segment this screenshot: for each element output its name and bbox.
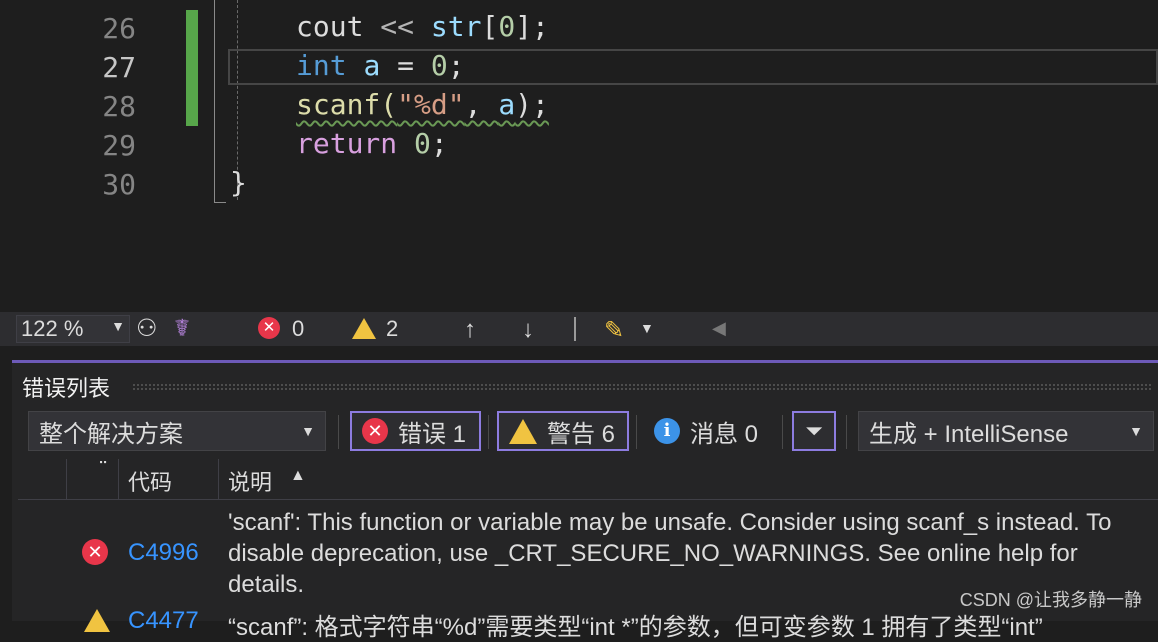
messages-filter-label: 消息 0: [690, 420, 759, 448]
code-token: =: [380, 49, 431, 82]
errors-filter-button[interactable]: ✕ 错误 1: [350, 411, 481, 451]
divider: [636, 415, 637, 449]
zoom-dropdown[interactable]: 122 % ▼: [16, 315, 130, 343]
warning-icon: [84, 609, 110, 632]
errors-filter-label: 错误 1: [398, 420, 467, 448]
chevron-down-icon[interactable]: ▼: [640, 320, 654, 336]
editor-status-bar: 122 % ▼ ⚇ ☤ ✕ 0 2 ↑ ↓ ✎ ▼ ◀: [0, 312, 1158, 346]
column-header-description[interactable]: 说明: [228, 465, 272, 497]
arrow-up-icon[interactable]: ↑: [464, 316, 476, 344]
error-code-link[interactable]: C4996: [128, 539, 199, 567]
title-grip[interactable]: [132, 383, 1152, 391]
code-token: 0: [414, 127, 431, 160]
error-code-link[interactable]: C4477: [128, 607, 199, 635]
column-separator[interactable]: [218, 459, 219, 499]
code-token: ;: [430, 127, 448, 160]
divider: [846, 415, 847, 449]
divider: [574, 317, 576, 341]
warnings-filter-button[interactable]: 警告 6: [497, 411, 629, 451]
code-line[interactable]: cout << str[0];: [296, 10, 549, 43]
scope-bracket: [214, 0, 216, 203]
code-token: a: [363, 49, 381, 82]
warnings-filter-label: 警告 6: [547, 420, 616, 448]
warning-icon: [509, 418, 537, 444]
code-token: str: [430, 10, 482, 43]
error-description: “scanf”: 格式字符串“%d”需要类型“int *”的参数，但可变参数 1…: [228, 614, 1043, 641]
zoom-value: 122 %: [21, 316, 84, 341]
warning-icon: [352, 318, 376, 339]
line-number: 30: [102, 168, 136, 201]
error-list-panel: 错误列表 整个解决方案 ▼ ✕ 错误 1 警告 6 i 消息 0 ⏷ 生成 + …: [12, 360, 1158, 641]
code-token: return: [296, 127, 415, 160]
code-line[interactable]: int a = 0;: [296, 49, 465, 82]
error-icon: ✕: [82, 539, 108, 565]
code-cleanup-icon[interactable]: ✎: [604, 316, 624, 345]
code-token: 0: [430, 49, 448, 82]
info-icon: i: [654, 418, 680, 444]
code-token: 0: [498, 10, 516, 43]
scope-bracket-foot: [214, 202, 226, 203]
code-token: "%d": [397, 88, 465, 121]
code-token: int: [296, 49, 364, 82]
code-token: [: [481, 10, 499, 43]
copilot-icon[interactable]: ⚇: [136, 314, 158, 343]
line-number: 26: [102, 12, 136, 45]
error-icon: ✕: [258, 317, 280, 339]
filter-button[interactable]: ⏷: [792, 411, 836, 451]
column-header-code[interactable]: 代码: [128, 465, 172, 497]
intellicode-icon[interactable]: ☤: [174, 314, 190, 343]
code-token: );: [515, 88, 549, 121]
closing-brace[interactable]: }: [230, 166, 247, 199]
panel-title: 错误列表: [22, 376, 111, 401]
error-icon: ✕: [362, 418, 388, 444]
code-token: ;: [447, 49, 465, 82]
chevron-down-icon: ▼: [111, 318, 125, 334]
code-token: ,: [464, 88, 499, 121]
watermark: CSDN @让我多静一静: [959, 590, 1142, 610]
change-indicator-bar: [186, 10, 198, 126]
source-value: 生成 + IntelliSense: [869, 420, 1069, 448]
code-token: scanf(: [296, 88, 398, 121]
arrow-down-icon[interactable]: ↓: [522, 316, 534, 344]
error-count-value: 0: [292, 316, 305, 341]
column-menu-icon[interactable]: ⠉: [98, 459, 108, 476]
scope-dropdown[interactable]: 整个解决方案 ▼: [28, 411, 326, 451]
divider: [782, 415, 783, 449]
filter-icon: ⏷: [805, 418, 823, 443]
line-number: 28: [102, 90, 136, 123]
code-line-warning[interactable]: scanf("%d", a);: [296, 88, 549, 121]
code-token: ];: [515, 10, 549, 43]
warning-count-value: 2: [386, 316, 399, 341]
divider: [488, 415, 489, 449]
line-number: 29: [102, 129, 136, 162]
column-separator[interactable]: [118, 459, 119, 499]
column-separator[interactable]: [66, 459, 67, 499]
scroll-left-icon[interactable]: ◀: [712, 318, 726, 339]
error-list-header: ⠉ 代码 说明 ▲: [18, 459, 1158, 500]
code-token: a: [498, 88, 516, 121]
scope-value: 整个解决方案: [39, 420, 183, 448]
sort-ascending-icon[interactable]: ▲: [290, 467, 306, 485]
line-number-current: 27: [102, 51, 136, 84]
code-token: <<: [380, 10, 431, 43]
chevron-down-icon: ▼: [301, 423, 315, 439]
divider: [338, 415, 339, 449]
code-editor[interactable]: 26 27 28 29 30 cout << str[0]; int a = 0…: [0, 0, 1158, 312]
code-line[interactable]: return 0;: [296, 127, 448, 160]
code-token: cout: [296, 10, 381, 43]
chevron-down-icon: ▼: [1129, 423, 1143, 439]
source-dropdown[interactable]: 生成 + IntelliSense ▼: [858, 411, 1154, 451]
messages-filter-button[interactable]: i 消息 0: [644, 411, 774, 451]
